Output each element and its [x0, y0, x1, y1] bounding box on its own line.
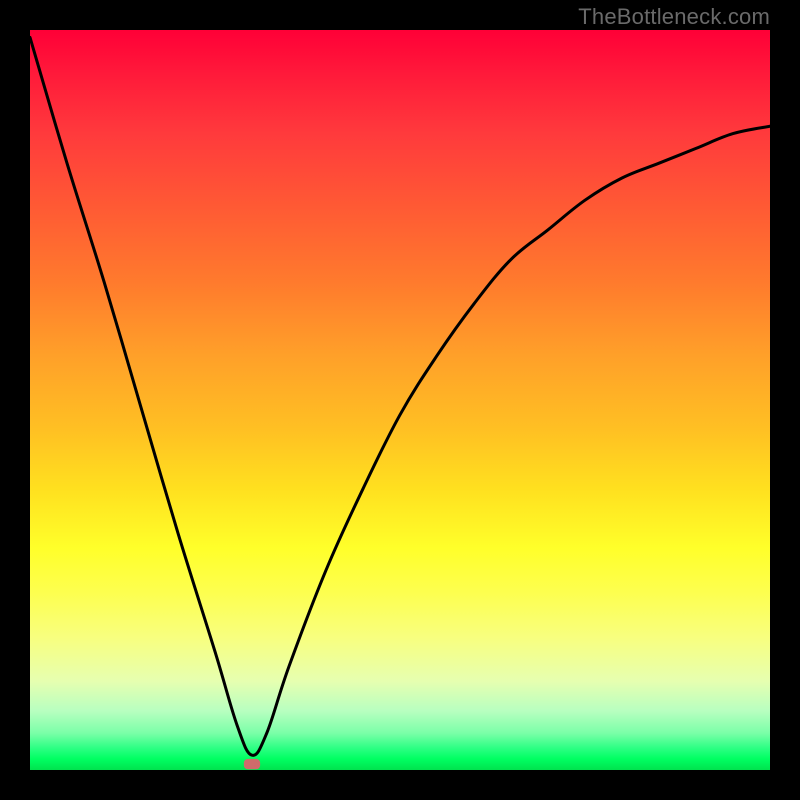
plot-area	[30, 30, 770, 770]
watermark-text: TheBottleneck.com	[578, 4, 770, 30]
min-marker	[244, 759, 260, 769]
chart-frame: TheBottleneck.com	[0, 0, 800, 800]
curve-layer	[30, 30, 770, 770]
bottleneck-curve	[30, 37, 770, 755]
